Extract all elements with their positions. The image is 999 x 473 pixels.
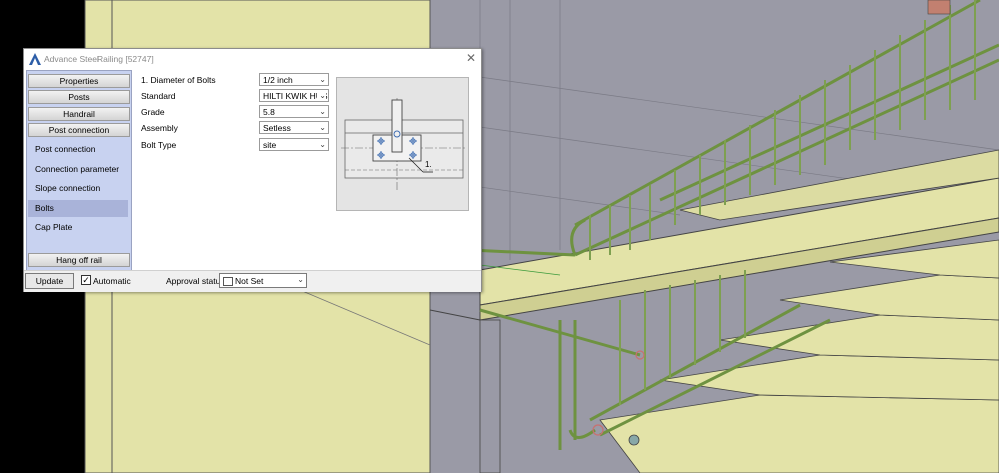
chevron-down-icon: ⌄: [297, 275, 304, 284]
approval-status-dropdown[interactable]: Not Set ⌄: [219, 273, 307, 288]
subnav-bolts[interactable]: Bolts: [28, 200, 128, 217]
standard-dropdown[interactable]: HILTI KWIK HUS ⌄: [259, 89, 329, 102]
update-now-button[interactable]: Update now!: [25, 273, 74, 300]
chevron-down-icon: ⌄: [317, 91, 326, 100]
diameter-value: 1/2 inch: [263, 75, 293, 85]
nav-panel: Properties Posts Handrail Post connectio…: [26, 70, 132, 271]
assembly-dropdown[interactable]: Setless ⌄: [259, 121, 329, 134]
param-label-diameter: 1. Diameter of Bolts: [141, 75, 216, 85]
chevron-down-icon: ⌄: [317, 107, 326, 116]
chevron-down-icon: ⌄: [317, 140, 326, 149]
bolt-type-dropdown[interactable]: site ⌄: [259, 138, 329, 151]
param-label-standard: Standard: [141, 91, 176, 101]
bolt-type-value: site: [263, 140, 277, 150]
dialog-document-title: Railing [52747]: [97, 54, 154, 64]
bolt-diagram: [337, 78, 468, 210]
grade-value: 5.8: [263, 107, 275, 117]
dialog-bottom-bar: Update now! ✓ Automatic Approval status …: [24, 270, 481, 300]
status-color-swatch: [223, 277, 233, 286]
approval-status-label: Approval status: [166, 276, 225, 286]
nav-handrail-button[interactable]: Handrail: [28, 107, 130, 121]
advance-steel-logo-icon: [29, 53, 41, 65]
subnav-post-connection[interactable]: Post connection: [28, 141, 128, 158]
diameter-dropdown[interactable]: 1/2 inch ⌄: [259, 73, 329, 86]
nav-properties-button[interactable]: Properties: [28, 74, 130, 88]
dialog-titlebar[interactable]: Advance Steel Railing [52747] ✕: [24, 49, 481, 69]
subnav-slope-connection[interactable]: Slope connection: [28, 180, 128, 197]
subnav-cap-plate[interactable]: Cap Plate: [28, 219, 128, 236]
grade-dropdown[interactable]: 5.8 ⌄: [259, 105, 329, 118]
subnav-connection-parameter[interactable]: Connection parameter: [28, 161, 128, 178]
param-label-assembly: Assembly: [141, 123, 178, 133]
automatic-label: Automatic: [93, 276, 131, 286]
approval-status-value: Not Set: [235, 276, 264, 286]
railing-dialog: Advance Steel Railing [52747] ✕ Properti…: [23, 48, 482, 300]
nav-posts-button[interactable]: Posts: [28, 90, 130, 104]
dialog-app-name: Advance Steel: [44, 54, 99, 64]
param-label-grade: Grade: [141, 107, 165, 117]
bolt-preview-image: 1.: [336, 77, 469, 211]
preview-callout-label: 1.: [425, 160, 432, 169]
assembly-value: Setless: [263, 123, 291, 133]
nav-post-connection-button[interactable]: Post connection: [28, 123, 130, 137]
chevron-down-icon: ⌄: [317, 123, 326, 132]
nav-hang-off-rail-button[interactable]: Hang off rail: [28, 253, 130, 267]
chevron-down-icon: ⌄: [317, 75, 326, 84]
param-label-bolt-type: Bolt Type: [141, 140, 177, 150]
close-icon[interactable]: ✕: [465, 52, 477, 64]
automatic-checkbox[interactable]: ✓: [81, 275, 91, 285]
